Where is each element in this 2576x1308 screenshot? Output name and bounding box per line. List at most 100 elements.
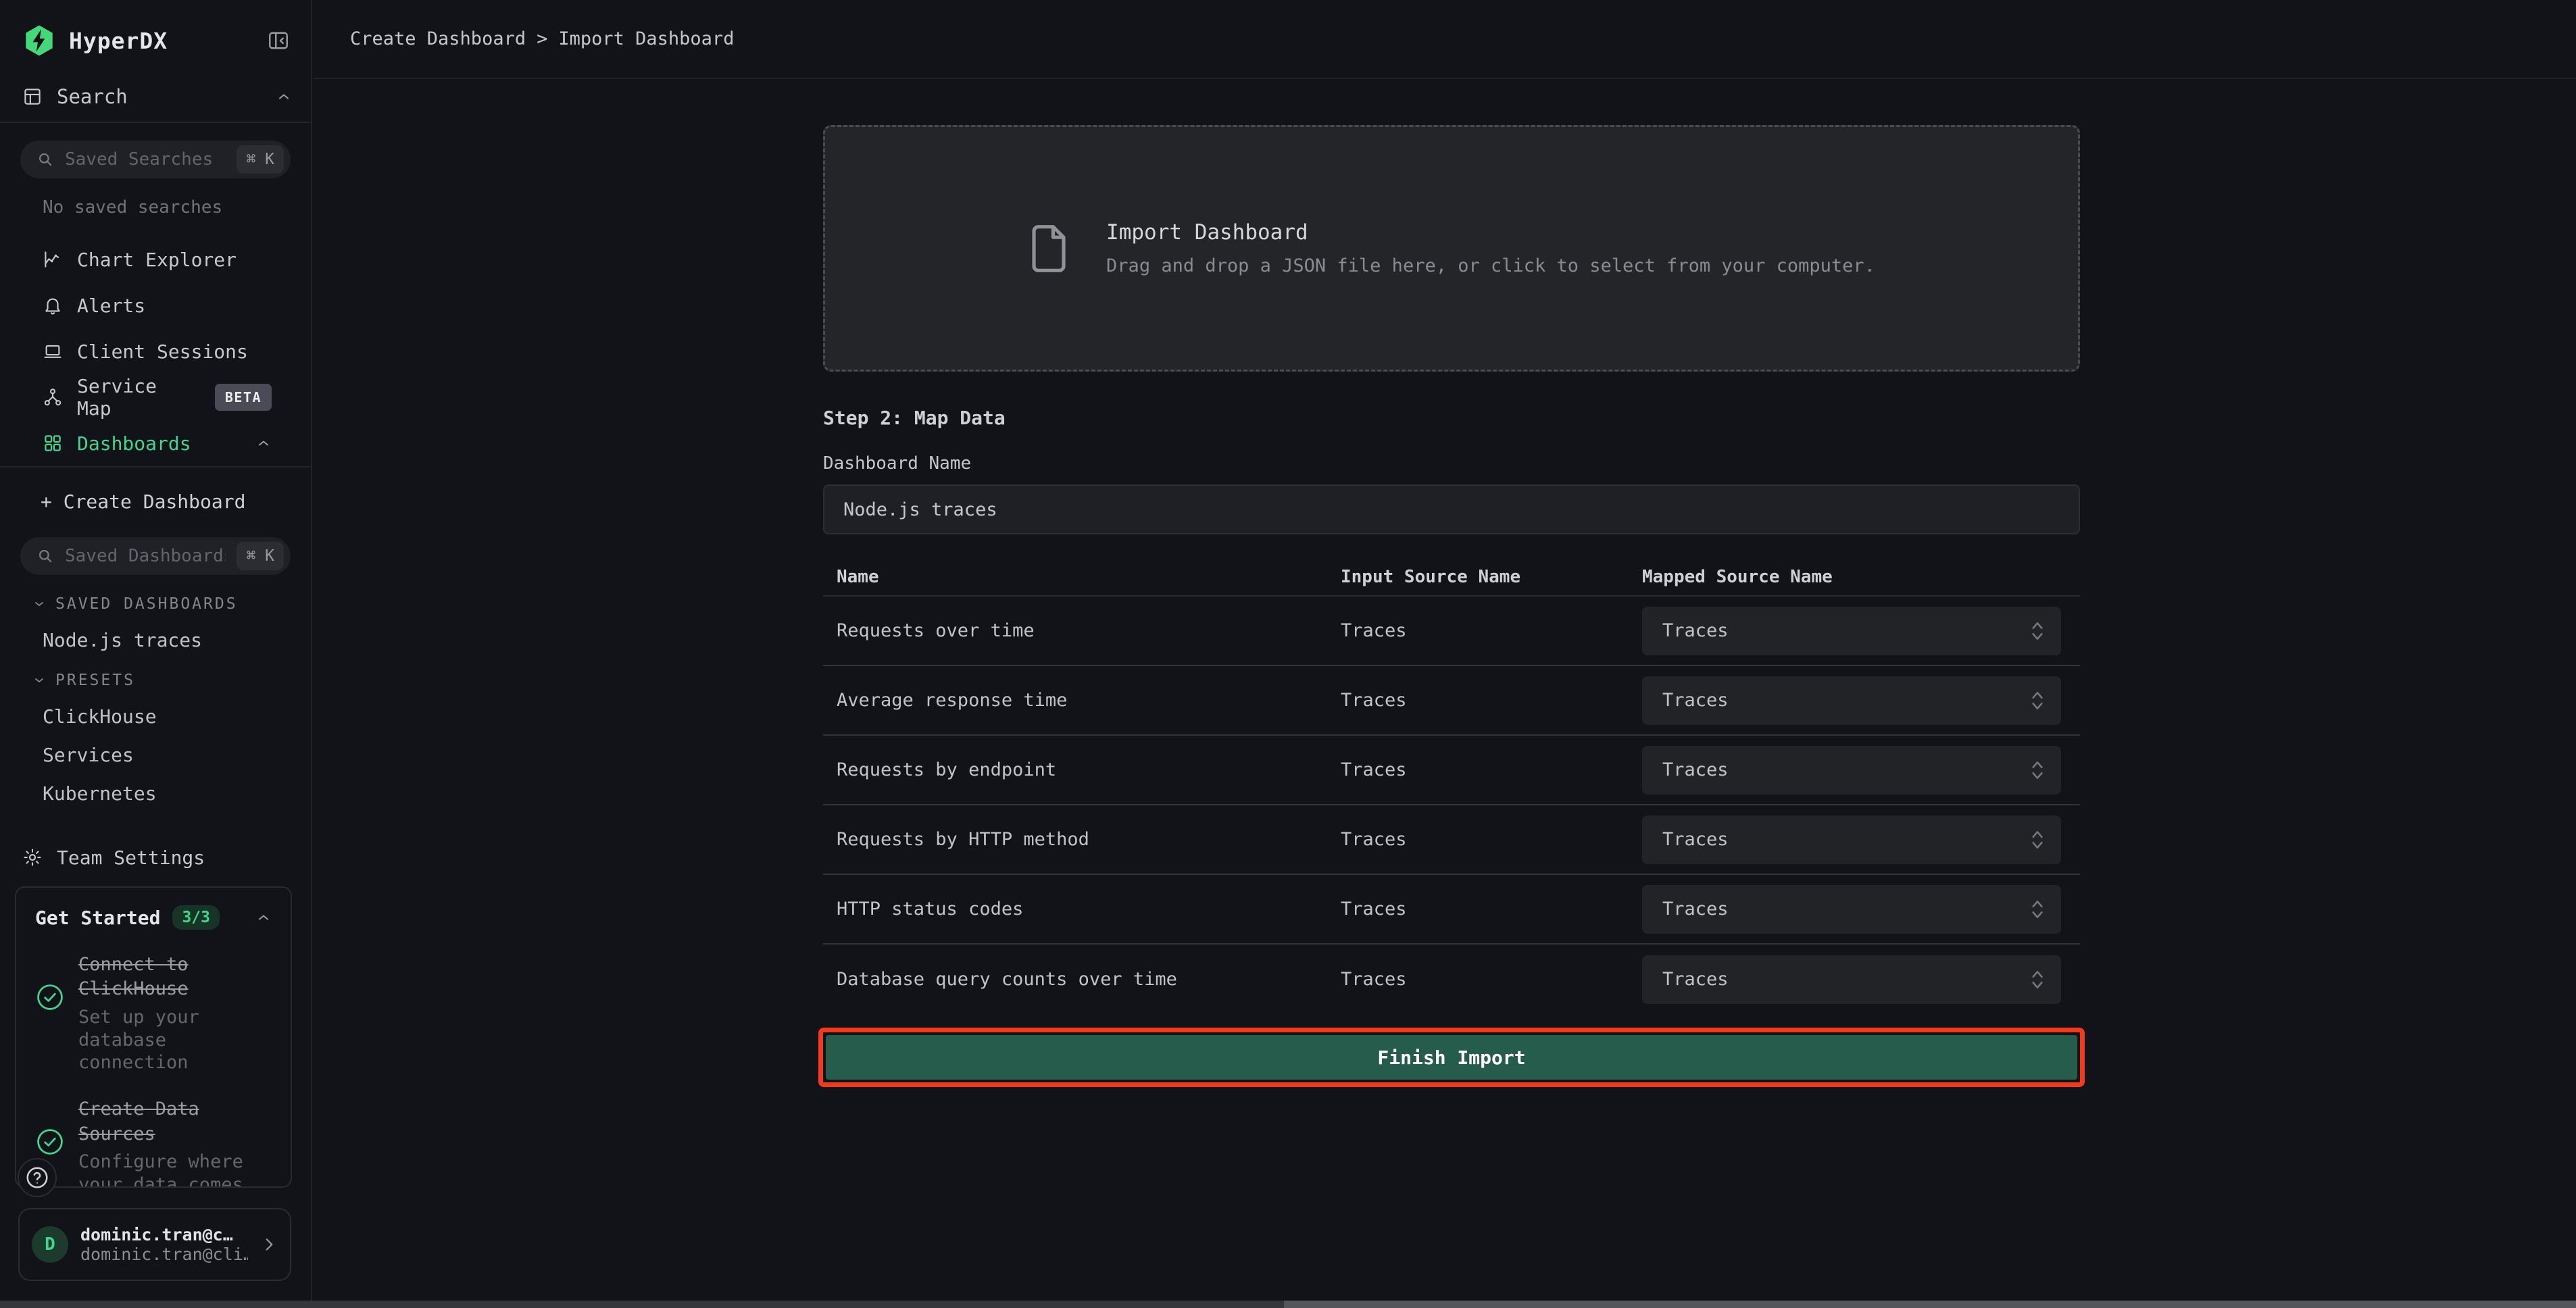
user-name: dominic.tran@c…: [80, 1225, 248, 1244]
logo-row: HyperDX: [0, 0, 311, 74]
hyperdx-logo-icon: [22, 23, 57, 58]
shortcut-badge: ⌘ K: [237, 145, 284, 174]
sidebar-item-service-map[interactable]: Service Map BETA: [20, 374, 291, 420]
mapping-table: Name Input Source Name Mapped Source Nam…: [823, 559, 2080, 1014]
get-started-item-connect[interactable]: Connect to ClickHouse Set up your databa…: [35, 953, 272, 1074]
page-header: Create Dashboard > Import Dashboard: [314, 0, 2576, 79]
saved-dashboards-input[interactable]: [65, 546, 226, 566]
saved-searches-search[interactable]: ⌘ K: [20, 141, 291, 178]
breadcrumb-separator: >: [537, 28, 547, 49]
chevron-up-icon[interactable]: [255, 909, 272, 926]
sidebar-item-team-settings[interactable]: Team Settings: [20, 834, 291, 880]
get-started-title: Get Started: [35, 907, 160, 929]
saved-dashboards-search[interactable]: ⌘ K: [20, 537, 291, 575]
sidebar-item-search[interactable]: Search: [0, 74, 311, 122]
sidebar-item-alerts[interactable]: Alerts: [20, 282, 291, 328]
table-row: Average response time Traces Traces: [823, 666, 2080, 736]
user-account-button[interactable]: D dominic.tran@c… dominic.tran@cli…: [18, 1208, 291, 1281]
import-dashboard-content: Import Dashboard Drag and drop a JSON fi…: [823, 125, 2080, 1087]
mapped-source-select[interactable]: Traces: [1642, 607, 2061, 655]
select-chevrons-icon: [2030, 620, 2045, 643]
select-chevrons-icon: [2030, 968, 2045, 991]
chevron-up-icon[interactable]: [276, 89, 292, 105]
sidebar-item-clickhouse[interactable]: ClickHouse: [43, 705, 291, 728]
breadcrumb-current: Import Dashboard: [558, 28, 734, 49]
mapped-source-select[interactable]: Traces: [1642, 746, 2061, 795]
search-section: ⌘ K No saved searches Chart Explorer: [0, 123, 311, 466]
sidebar-nav: Chart Explorer Alerts Cl: [20, 236, 291, 466]
main-area: Create Dashboard > Import Dashboard Import…: [314, 0, 2576, 1308]
chevron-down-icon: [32, 597, 46, 611]
create-dashboard-button[interactable]: + Create Dashboard: [20, 485, 291, 518]
chevron-down-icon: [32, 674, 46, 687]
mapped-source-select[interactable]: Traces: [1642, 885, 2061, 934]
saved-searches-input[interactable]: [65, 149, 226, 170]
breadcrumb: Create Dashboard > Import Dashboard: [350, 28, 734, 49]
dropzone-title: Import Dashboard: [1106, 220, 1875, 245]
mapped-source-select[interactable]: Traces: [1642, 815, 2061, 864]
step-title: Step 2: Map Data: [823, 407, 2080, 429]
scrollbar-thumb[interactable]: [1284, 1301, 2576, 1308]
sidebar: HyperDX Search: [0, 0, 312, 1308]
sidebar-collapse-button[interactable]: [266, 28, 291, 53]
check-circle-icon: [35, 982, 65, 1074]
beta-badge: BETA: [215, 384, 272, 411]
search-icon: [36, 151, 54, 168]
search-icon: [36, 547, 54, 565]
column-header-input-source: Input Source Name: [1341, 567, 1642, 587]
sidebar-item-kubernetes[interactable]: Kubernetes: [43, 782, 291, 805]
table-row: Requests over time Traces Traces: [823, 597, 2080, 666]
brand-name: HyperDX: [69, 28, 168, 54]
json-dropzone[interactable]: Import Dashboard Drag and drop a JSON fi…: [823, 125, 2080, 372]
mapped-source-select[interactable]: Traces: [1642, 676, 2061, 725]
chart-explorer-icon: [43, 249, 63, 270]
column-header-mapped-source: Mapped Source Name: [1642, 567, 2080, 587]
service-map-icon: [43, 387, 63, 407]
presets-group-toggle[interactable]: PRESETS: [32, 672, 291, 689]
table-row: Requests by HTTP method Traces Traces: [823, 805, 2080, 875]
dashboards-icon: [43, 433, 63, 453]
sidebar-item-client-sessions[interactable]: Client Sessions: [20, 328, 291, 374]
brand[interactable]: HyperDX: [22, 23, 266, 58]
user-email: dominic.tran@cli…: [80, 1244, 248, 1264]
table-row: HTTP status codes Traces Traces: [823, 875, 2080, 945]
bell-icon: [43, 295, 63, 316]
get-started-panel: Get Started 3/3 Connect to ClickHouse Se…: [15, 886, 292, 1188]
file-icon: [1028, 222, 1070, 275]
select-chevrons-icon: [2030, 689, 2045, 712]
column-header-name: Name: [823, 567, 1341, 587]
dashboards-submenu: + Create Dashboard ⌘ K SAVED DASHBOARDS …: [0, 468, 311, 880]
help-button[interactable]: [18, 1158, 57, 1197]
mapped-source-select[interactable]: Traces: [1642, 955, 2061, 1004]
panel-collapse-icon: [266, 28, 291, 53]
horizontal-scrollbar[interactable]: [0, 1301, 2576, 1308]
saved-dashboards-group-toggle[interactable]: SAVED DASHBOARDS: [32, 595, 291, 613]
sidebar-item-dashboards[interactable]: Dashboards: [20, 420, 291, 466]
table-header-row: Name Input Source Name Mapped Source Nam…: [823, 559, 2080, 597]
question-circle-icon: [24, 1165, 50, 1190]
laptop-icon: [43, 341, 63, 361]
search-label: Search: [57, 85, 262, 108]
chevron-up-icon[interactable]: [255, 435, 272, 451]
avatar: D: [32, 1226, 68, 1263]
get-started-progress-badge: 3/3: [172, 905, 220, 930]
search-panel-icon: [22, 86, 43, 107]
select-chevrons-icon: [2030, 828, 2045, 851]
dashboard-name-input[interactable]: [823, 484, 2080, 534]
sidebar-item-chart-explorer[interactable]: Chart Explorer: [20, 236, 291, 282]
select-chevrons-icon: [2030, 898, 2045, 921]
chevron-right-icon: [260, 1236, 278, 1253]
table-row: Database query counts over time Traces T…: [823, 945, 2080, 1014]
breadcrumb-parent[interactable]: Create Dashboard: [350, 28, 526, 49]
select-chevrons-icon: [2030, 759, 2045, 782]
table-row: Requests by endpoint Traces Traces: [823, 736, 2080, 805]
get-started-item-sources[interactable]: Create Data Sources Configure where your…: [35, 1097, 272, 1188]
dashboard-name-label: Dashboard Name: [823, 453, 2080, 474]
no-saved-searches-text: No saved searches: [43, 197, 291, 218]
sidebar-item-node-js-traces[interactable]: Node.js traces: [43, 629, 291, 651]
annotation-highlight: Finish Import: [818, 1028, 2085, 1087]
gear-icon: [22, 847, 43, 867]
sidebar-item-services[interactable]: Services: [43, 744, 291, 766]
finish-import-button[interactable]: Finish Import: [826, 1035, 2077, 1080]
shortcut-badge: ⌘ K: [237, 542, 284, 570]
